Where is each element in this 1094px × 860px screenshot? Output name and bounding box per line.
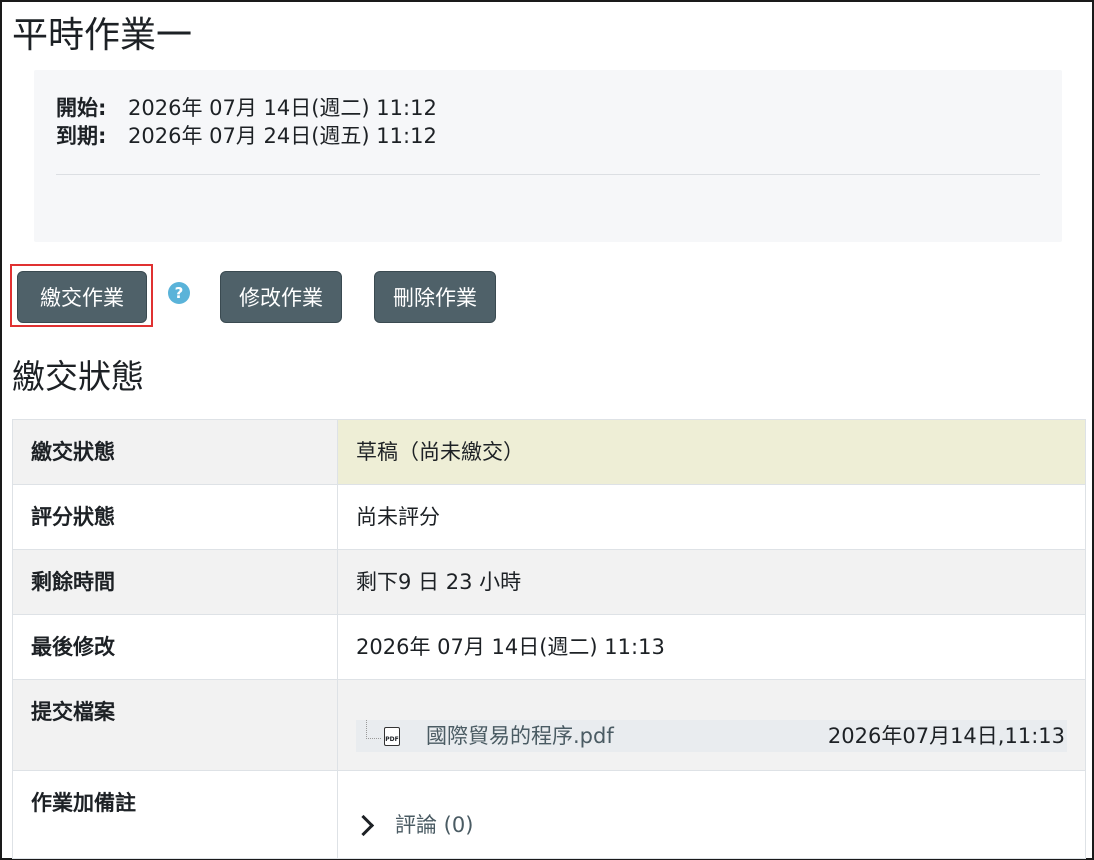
time-remaining-value: 剩下9 日 23 小時 — [337, 549, 1086, 615]
comments-label[interactable]: 評論 (0) — [395, 811, 473, 839]
due-date-value: 2026年 07月 24日(週五) 11:12 — [128, 124, 437, 148]
row-label: 評分狀態 — [12, 484, 338, 550]
section-title: 繳交狀態 — [12, 357, 144, 396]
submission-status-table: 繳交狀態 草稿（尚未繳交） 評分狀態 尚未評分 剩餘時間 剩下9 日 23 小時… — [12, 419, 1086, 859]
file-submissions-cell: PDF 國際貿易的程序.pdf 2026年07月14日,11:13 — [337, 679, 1086, 771]
row-label: 最後修改 — [12, 614, 338, 680]
submission-status-value: 草稿（尚未繳交） — [337, 419, 1086, 485]
tree-connector — [366, 720, 381, 739]
help-icon[interactable]: ? — [168, 282, 190, 304]
last-modified-value: 2026年 07月 14日(週二) 11:13 — [337, 614, 1086, 680]
row-label: 作業加備註 — [12, 770, 338, 859]
table-row: 評分狀態 尚未評分 — [12, 484, 1086, 550]
row-label: 剩餘時間 — [12, 549, 338, 615]
table-row: 提交檔案 PDF 國際貿易的程序.pdf 2026年07月14日,11:13 — [12, 679, 1086, 771]
table-row: 剩餘時間 剩下9 日 23 小時 — [12, 549, 1086, 615]
table-row: 繳交狀態 草稿（尚未繳交） — [12, 419, 1086, 485]
table-row: 最後修改 2026年 07月 14日(週二) 11:13 — [12, 614, 1086, 680]
page-title: 平時作業一 — [12, 15, 193, 56]
due-date-label: 到期: — [56, 124, 107, 148]
table-row: 作業加備註 評論 (0) — [12, 770, 1086, 859]
comments-toggle[interactable]: 評論 (0) — [352, 811, 1067, 839]
file-link[interactable]: 國際貿易的程序.pdf — [426, 720, 614, 752]
edit-assignment-button[interactable]: 修改作業 — [220, 271, 342, 323]
submission-comments-cell: 評論 (0) — [337, 770, 1086, 859]
row-label: 繳交狀態 — [12, 419, 338, 485]
file-item: PDF 國際貿易的程序.pdf 2026年07月14日,11:13 — [356, 720, 1067, 752]
row-label: 提交檔案 — [12, 679, 338, 771]
chevron-right-icon — [352, 814, 375, 836]
grading-status-value: 尚未評分 — [337, 484, 1086, 550]
dates-panel: 開始: 2026年 07月 14日(週二) 11:12 到期: 2026年 07… — [34, 70, 1062, 242]
open-date-value: 2026年 07月 14日(週二) 11:12 — [128, 96, 437, 120]
delete-assignment-button[interactable]: 刪除作業 — [374, 271, 496, 323]
open-date-row: 開始: 2026年 07月 14日(週二) 11:12 — [56, 94, 437, 122]
file-date: 2026年07月14日,11:13 — [827, 724, 1065, 748]
pdf-file-icon: PDF — [384, 727, 400, 746]
open-date-label: 開始: — [56, 96, 107, 120]
submit-assignment-button[interactable]: 繳交作業 — [17, 271, 147, 323]
divider — [56, 174, 1040, 175]
due-date-row: 到期: 2026年 07月 24日(週五) 11:12 — [56, 122, 437, 150]
